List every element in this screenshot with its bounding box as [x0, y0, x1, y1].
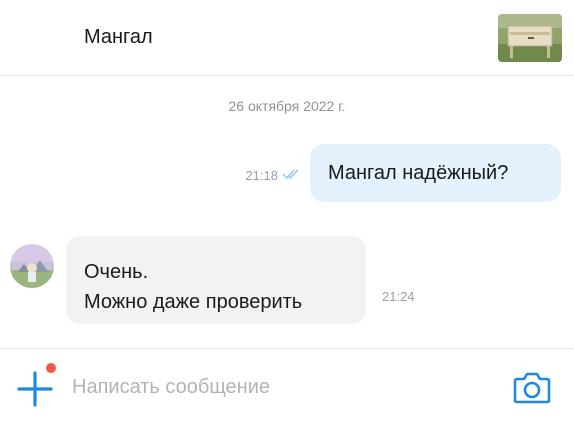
plus-icon[interactable]	[16, 369, 56, 409]
message-text-line: Очень.	[84, 261, 149, 283]
message-composer	[0, 348, 574, 422]
outgoing-message-bubble[interactable]: Мангал надёжный?	[310, 144, 561, 202]
camera-icon[interactable]	[512, 369, 552, 405]
message-text: Мангал надёжный?	[328, 162, 509, 184]
listing-photo-icon[interactable]	[498, 14, 562, 62]
message-time: 21:18	[245, 168, 278, 183]
chat-header: Мангал	[0, 0, 574, 76]
double-check-icon	[282, 168, 302, 183]
chat-title[interactable]: Мангал	[84, 26, 153, 49]
outgoing-message-meta: 21:18	[245, 168, 302, 183]
notification-dot	[46, 363, 56, 373]
message-text-line: Можно даже проверить	[84, 291, 303, 313]
date-separator: 26 октября 2022 г.	[228, 98, 346, 114]
incoming-message-bubble[interactable]: Очень. Можно даже проверить	[66, 236, 366, 324]
avatar[interactable]	[10, 244, 54, 288]
message-input[interactable]	[72, 373, 472, 401]
message-time: 21:24	[382, 289, 415, 304]
